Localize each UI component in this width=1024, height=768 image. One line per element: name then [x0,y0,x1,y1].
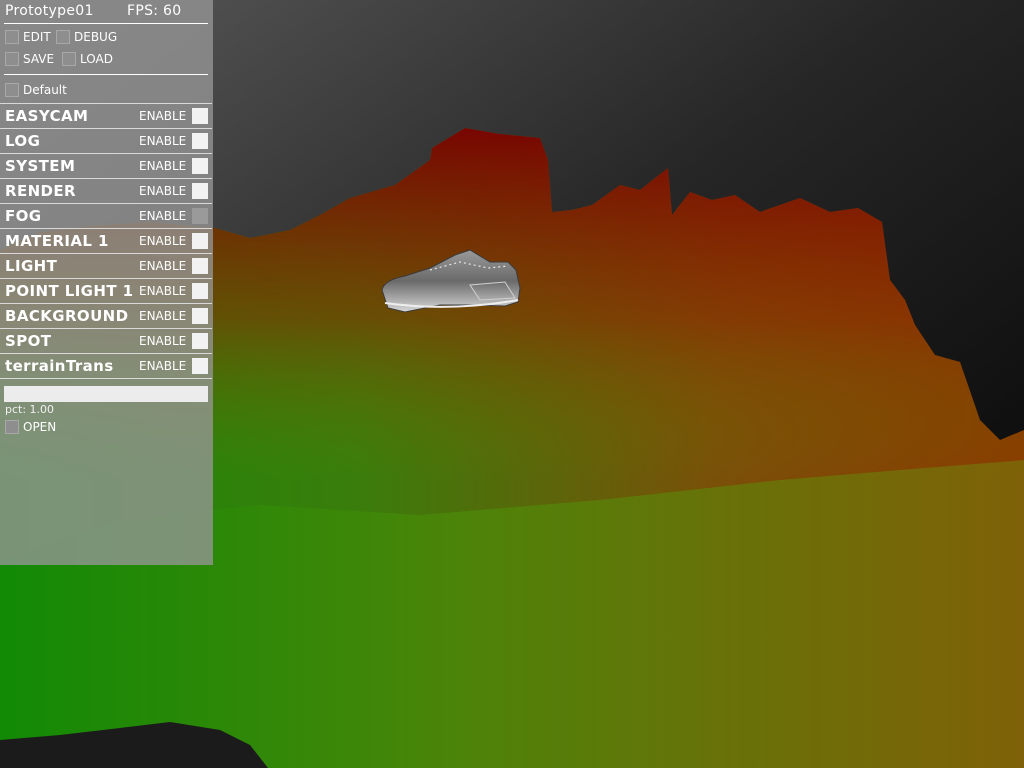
module-name: LOG [5,132,41,150]
module-row-light: LIGHT ENABLE [0,253,212,279]
module-name: SPOT [5,332,52,350]
module-name: terrainTrans [5,357,114,375]
enable-checkbox[interactable] [192,283,208,299]
edit-checkbox[interactable] [5,30,19,44]
enable-checkbox[interactable] [192,258,208,274]
load-toggle[interactable]: LOAD [62,51,113,67]
app-title: Prototype01 [5,3,94,19]
load-label: LOAD [80,52,113,66]
debug-checkbox[interactable] [56,30,70,44]
divider [4,23,208,24]
edit-label: EDIT [23,30,51,44]
save-checkbox[interactable] [5,52,19,66]
enable-label: ENABLE [139,284,187,298]
module-name: RENDER [5,182,76,200]
preset-default-checkbox[interactable] [5,83,19,97]
enable-label: ENABLE [139,109,187,123]
module-name: POINT LIGHT 1 [5,282,134,300]
enable-checkbox[interactable] [192,183,208,199]
edit-toggle[interactable]: EDIT [5,29,51,45]
preset-default-toggle[interactable]: Default [5,82,67,98]
open-label: OPEN [23,420,57,434]
enable-checkbox[interactable] [192,133,208,149]
enable-checkbox[interactable] [192,158,208,174]
preset-default-label: Default [23,83,67,97]
divider [4,74,208,75]
module-name: LIGHT [5,257,58,275]
module-row-render: RENDER ENABLE [0,178,212,204]
load-checkbox[interactable] [62,52,76,66]
enable-label: ENABLE [139,259,187,273]
module-row-easycam: EASYCAM ENABLE [0,103,212,129]
debug-toggle[interactable]: DEBUG [56,29,117,45]
save-label: SAVE [23,52,55,66]
enable-label: ENABLE [139,209,187,223]
enable-label: ENABLE [139,309,187,323]
open-toggle[interactable]: OPEN [5,419,56,435]
module-row-background: BACKGROUND ENABLE [0,303,212,329]
save-toggle[interactable]: SAVE [5,51,54,67]
enable-label: ENABLE [139,159,187,173]
enable-label: ENABLE [139,134,187,148]
enable-checkbox[interactable] [192,233,208,249]
module-name: FOG [5,207,42,225]
enable-label: ENABLE [139,234,187,248]
enable-label: ENABLE [139,334,187,348]
pct-slider[interactable] [4,386,208,402]
enable-checkbox[interactable] [192,358,208,374]
open-checkbox[interactable] [5,420,19,434]
debug-label: DEBUG [74,30,118,44]
module-name: EASYCAM [5,107,89,125]
module-row-terrain-trans: terrainTrans ENABLE [0,353,212,379]
enable-checkbox[interactable] [192,108,208,124]
enable-checkbox[interactable] [192,333,208,349]
fps-counter: FPS: 60 [127,3,182,19]
module-row-system: SYSTEM ENABLE [0,153,212,179]
enable-label: ENABLE [139,184,187,198]
enable-checkbox[interactable] [192,208,208,224]
module-name: BACKGROUND [5,307,129,325]
module-name: MATERIAL 1 [5,232,109,250]
module-row-log: LOG ENABLE [0,128,212,154]
module-name: SYSTEM [5,157,76,175]
panel-header: Prototype01 FPS: 60 [5,3,181,19]
module-row-material-1: MATERIAL 1 ENABLE [0,228,212,254]
enable-checkbox[interactable] [192,308,208,324]
control-panel: Prototype01 FPS: 60 EDIT DEBUG SAVE LOAD… [0,0,213,565]
pct-readout: pct: 1.00 [5,403,55,416]
module-row-spot: SPOT ENABLE [0,328,212,354]
enable-label: ENABLE [139,359,187,373]
divider [0,378,212,379]
module-row-point-light-1: POINT LIGHT 1 ENABLE [0,278,212,304]
module-row-fog: FOG ENABLE [0,203,212,229]
